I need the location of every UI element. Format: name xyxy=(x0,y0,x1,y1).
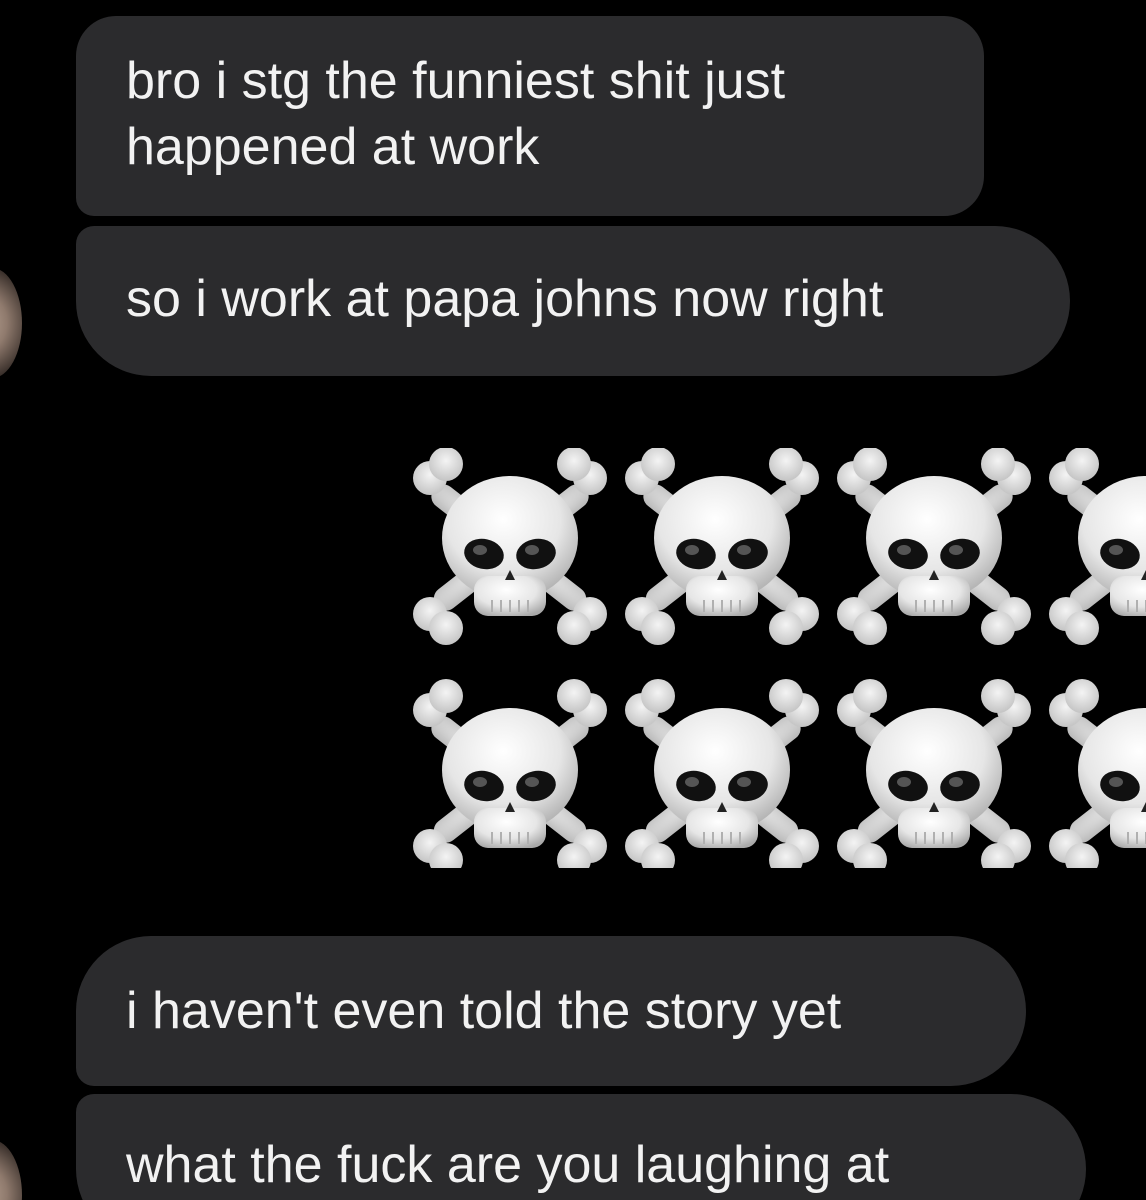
message-text: i haven't even told the story yet xyxy=(126,982,842,1040)
skull-icon xyxy=(624,678,820,868)
message-text: bro i stg the funniest shit just xyxy=(126,52,786,110)
message-bubble[interactable]: bro i stg the funniest shit just happene… xyxy=(76,16,984,216)
message-text: happened at work xyxy=(126,118,540,176)
skull-icon xyxy=(624,448,820,646)
sender-avatar[interactable] xyxy=(0,1140,22,1200)
sender-avatar[interactable] xyxy=(0,268,22,378)
message-bubble[interactable]: i haven't even told the story yet xyxy=(76,936,1026,1086)
message-bubble[interactable]: so i work at papa johns now right xyxy=(76,226,1070,376)
skull-emoji-message[interactable] xyxy=(406,448,1146,868)
message-text: what the fuck are you laughing at xyxy=(126,1136,890,1194)
skull-icon xyxy=(1048,448,1146,646)
skull-icon xyxy=(412,448,608,646)
skull-icon xyxy=(412,678,608,868)
skull-icon xyxy=(836,448,1032,646)
skull-icon xyxy=(836,678,1032,868)
skull-icon xyxy=(1048,678,1146,868)
chat-screen: bro i stg the funniest shit just happene… xyxy=(0,0,1146,1200)
message-bubble[interactable]: what the fuck are you laughing at xyxy=(76,1094,1086,1200)
message-text: so i work at papa johns now right xyxy=(126,270,884,328)
